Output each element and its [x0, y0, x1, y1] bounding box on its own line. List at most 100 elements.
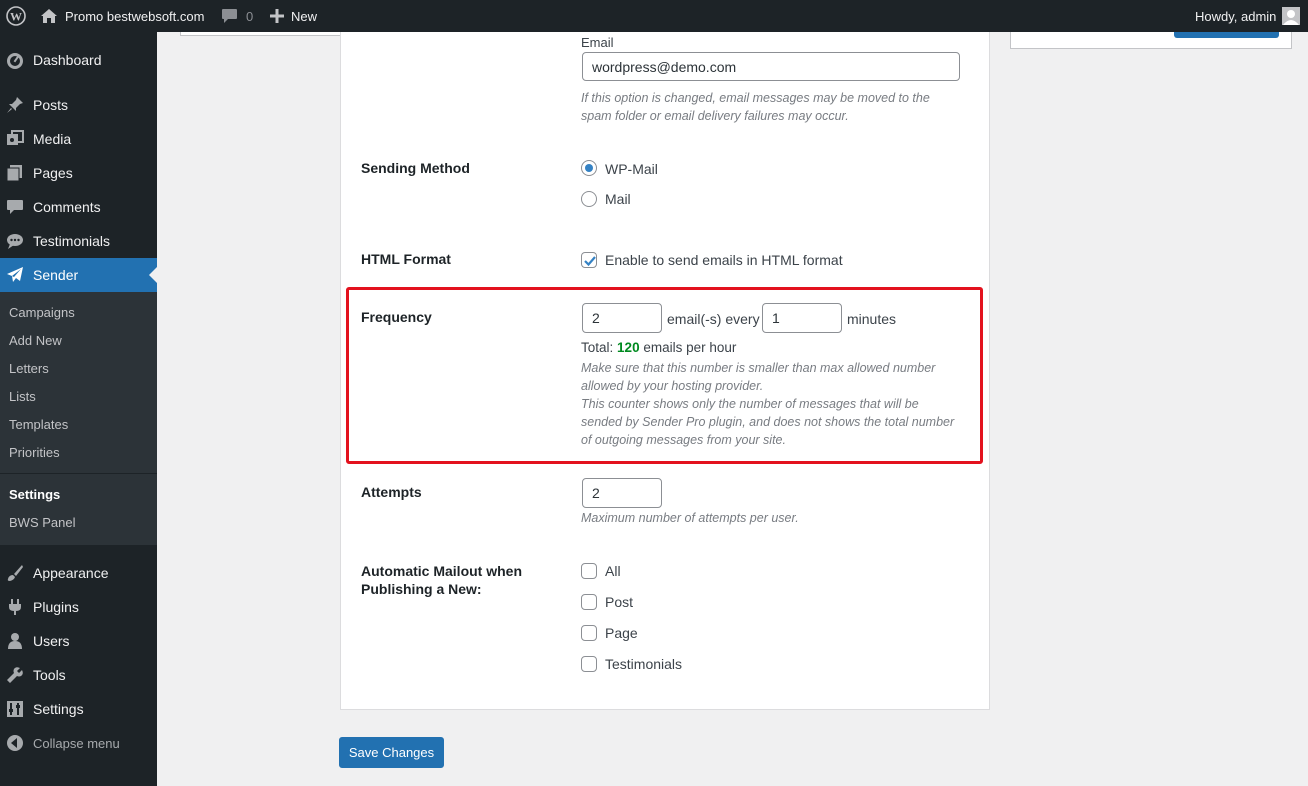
frequency-label: Frequency: [361, 309, 432, 325]
submenu-campaigns[interactable]: Campaigns: [9, 305, 75, 320]
avatar: [1282, 7, 1301, 25]
menu-settings[interactable]: Settings: [0, 692, 157, 726]
menu-label: Settings: [33, 701, 84, 717]
plus-icon: [270, 9, 284, 23]
svg-text:W: W: [10, 10, 22, 24]
submenu-templates[interactable]: Templates: [9, 417, 68, 432]
collapse-icon: [6, 734, 24, 752]
mailout-post-label[interactable]: Post: [605, 594, 633, 610]
email-description: If this option is changed, email message…: [581, 89, 930, 125]
menu-label: Plugins: [33, 599, 79, 615]
total-value: 120: [617, 340, 640, 355]
submenu-lists[interactable]: Lists: [9, 389, 36, 404]
html-format-label: HTML Format: [361, 251, 451, 267]
site-name: Promo bestwebsoft.com: [65, 8, 205, 24]
mailout-testimonials-label[interactable]: Testimonials: [605, 656, 682, 672]
menu-plugins[interactable]: Plugins: [0, 590, 157, 624]
automatic-mailout-label: Automatic Mailout when Publishing a New:: [361, 562, 522, 598]
html-format-checkbox-label[interactable]: Enable to send emails in HTML format: [605, 252, 843, 268]
frequency-desc-line: This counter shows only the number of me…: [581, 397, 919, 411]
plug-icon: [6, 598, 24, 616]
emails-every-text: email(-s) every: [667, 311, 760, 327]
checkmark-icon: [584, 256, 596, 267]
menu-label: Comments: [33, 199, 101, 215]
attempts-label: Attempts: [361, 484, 422, 500]
media-icon: [6, 130, 24, 148]
menu-label: Posts: [33, 97, 69, 113]
menu-label: Testimonials: [33, 233, 111, 249]
submenu-priorities[interactable]: Priorities: [9, 445, 60, 460]
howdy-text: Howdy, admin: [1195, 8, 1277, 24]
menu-posts[interactable]: Posts: [0, 88, 157, 122]
frequency-total: Total: 120 emails per hour: [581, 340, 736, 355]
new-content-link[interactable]: New: [270, 0, 317, 32]
save-changes-button[interactable]: Save Changes: [339, 737, 444, 768]
menu-label: Sender: [33, 267, 79, 283]
radio-wp-mail[interactable]: [581, 160, 597, 176]
radio-wp-mail-label[interactable]: WP-Mail: [605, 161, 658, 177]
frequency-desc-line: allowed by your hosting provider.: [581, 379, 764, 393]
mailout-post-checkbox[interactable]: [581, 594, 597, 610]
mailout-testimonials-checkbox[interactable]: [581, 656, 597, 672]
menu-media[interactable]: Media: [0, 122, 157, 156]
menu-appearance[interactable]: Appearance: [0, 556, 157, 590]
mailout-page-checkbox[interactable]: [581, 625, 597, 641]
sidebar-box-edge: [1010, 32, 1292, 49]
home-icon: [40, 8, 58, 24]
frequency-desc-line: sended by Sender Pro plugin, and does no…: [581, 415, 955, 429]
paper-plane-icon: [6, 266, 24, 284]
mailout-all-checkbox[interactable]: [581, 563, 597, 579]
email-field[interactable]: wordpress@demo.com: [582, 52, 960, 81]
site-name-link[interactable]: Promo bestwebsoft.com: [40, 0, 204, 32]
menu-testimonials[interactable]: Testimonials: [0, 224, 157, 258]
radio-mail[interactable]: [581, 191, 597, 207]
submenu-settings[interactable]: Settings: [9, 487, 60, 502]
minutes-input[interactable]: 1: [762, 303, 842, 333]
menu-pages[interactable]: Pages: [0, 156, 157, 190]
submenu-add-new[interactable]: Add New: [9, 333, 62, 348]
menu-collapse[interactable]: Collapse menu: [0, 726, 157, 760]
new-label: New: [291, 8, 318, 24]
menu-tools[interactable]: Tools: [0, 658, 157, 692]
submenu-divider: [0, 473, 157, 474]
sender-submenu: Campaigns Add New Letters Lists Template…: [0, 292, 157, 545]
admin-sidebar: Dashboard Posts Media Pages Comments Tes…: [0, 32, 157, 786]
comment-icon: [221, 8, 238, 24]
menu-label: Media: [33, 131, 72, 147]
pin-icon: [6, 96, 24, 114]
wrench-icon: [6, 666, 24, 684]
html-format-checkbox[interactable]: [581, 252, 597, 268]
comment-icon: [6, 198, 24, 216]
menu-label: Users: [33, 633, 70, 649]
menu-dashboard[interactable]: Dashboard: [0, 43, 157, 77]
automatic-mailout-label-line: Automatic Mailout when: [361, 563, 522, 579]
menu-label: Pages: [33, 165, 73, 181]
submenu-letters[interactable]: Letters: [9, 361, 49, 376]
menu-sender[interactable]: Sender: [0, 258, 157, 292]
emails-count-input[interactable]: 2: [582, 303, 662, 333]
menu-label: Tools: [33, 667, 66, 683]
menu-comments[interactable]: Comments: [0, 190, 157, 224]
comments-count: 0: [246, 8, 254, 24]
my-account[interactable]: Howdy, admin: [1195, 0, 1301, 32]
settings-icon: [6, 700, 24, 718]
wordpress-logo-icon[interactable]: W: [6, 0, 26, 32]
speech-bubble-icon: [6, 232, 24, 250]
user-icon: [6, 632, 24, 650]
email-desc-line: If this option is changed, email message…: [581, 91, 930, 105]
email-desc-line: spam folder or email delivery failures m…: [581, 109, 849, 123]
frequency-desc-line: Make sure that this number is smaller th…: [581, 361, 936, 375]
frequency-description: Make sure that this number is smaller th…: [581, 359, 954, 449]
attempts-input[interactable]: 2: [582, 478, 662, 508]
comments-link[interactable]: 0: [221, 0, 253, 32]
mailout-page-label[interactable]: Page: [605, 625, 638, 641]
menu-users[interactable]: Users: [0, 624, 157, 658]
submenu-bws-panel[interactable]: BWS Panel: [9, 515, 75, 530]
radio-mail-label[interactable]: Mail: [605, 191, 631, 207]
menu-label: Appearance: [33, 565, 109, 581]
sidebar-box-button[interactable]: [1174, 32, 1279, 38]
brush-icon: [6, 564, 24, 582]
pages-icon: [6, 164, 24, 182]
mailout-all-label[interactable]: All: [605, 563, 621, 579]
admin-bar: W Promo bestwebsoft.com 0 New Howdy, adm…: [0, 0, 1308, 32]
